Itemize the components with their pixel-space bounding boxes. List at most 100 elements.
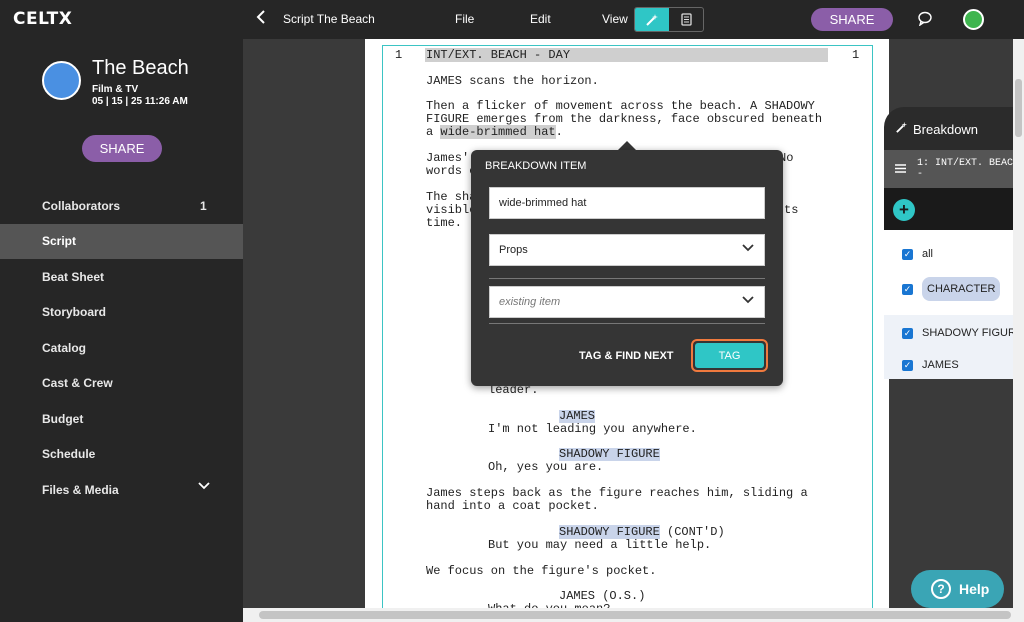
sidebar-item-label: Cast & Crew	[42, 376, 113, 391]
breakdown-category-list: ✓ all ✓ CHARACTER ✓ SHADOWY FIGURE ✓ JAM…	[884, 230, 1024, 379]
character-extension: (CONT'D)	[659, 525, 725, 539]
sidebar-item-catalog[interactable]: Catalog	[0, 330, 243, 366]
sidebar-item-label: Schedule	[42, 447, 96, 462]
existing-item-placeholder: existing item	[499, 296, 561, 308]
character-name: SHADOWY FIGURE	[559, 525, 660, 539]
element-label: JAMES	[922, 359, 959, 371]
celtx-logo: CELTX	[13, 9, 73, 29]
sidebar-nav: Collaborators 1 Script Beat Sheet Storyb…	[0, 188, 243, 508]
action-line[interactable]: words c	[426, 165, 476, 178]
view-toggle	[634, 7, 704, 32]
action-line[interactable]: a wide-brimmed hat.	[426, 125, 563, 139]
share-button-top[interactable]: SHARE	[811, 8, 893, 31]
document-icon	[680, 13, 692, 26]
sidebar-item-label: Budget	[42, 411, 84, 426]
question-icon: ?	[931, 579, 951, 599]
checkbox-checked-icon[interactable]: ✓	[902, 327, 913, 339]
scrollbar-thumb[interactable]	[1015, 79, 1022, 137]
sidebar-item-script[interactable]: Script	[0, 223, 243, 259]
chevron-down-icon	[742, 296, 754, 304]
sidebar-item-beat-sheet[interactable]: Beat Sheet	[0, 259, 243, 295]
element-row[interactable]: ✓ JAMES	[884, 351, 1024, 379]
breakdown-panel-title: Breakdown	[913, 122, 979, 137]
action-line[interactable]: JAMES scans the horizon.	[426, 75, 599, 88]
existing-item-select[interactable]: existing item	[489, 286, 765, 318]
sidebar: The Beach Film & TV 05 | 15 | 25 11:26 A…	[0, 39, 243, 622]
breakdown-item-popup: BREAKDOWN ITEM wide-brimmed hat Props ex…	[471, 150, 783, 386]
scrollbar-thumb[interactable]	[259, 611, 1011, 619]
sidebar-item-cast-crew[interactable]: Cast & Crew	[0, 366, 243, 402]
help-button[interactable]: ? Help	[911, 570, 1004, 608]
tagged-text-wide-brimmed-hat[interactable]: wide-brimmed hat	[440, 125, 556, 139]
add-element-bar: +	[884, 188, 1024, 230]
sidebar-item-label: Collaborators	[42, 198, 121, 213]
popup-title: BREAKDOWN ITEM	[485, 160, 587, 172]
filter-all-label: all	[922, 248, 934, 260]
sidebar-item-label: Beat Sheet	[42, 269, 105, 284]
sidebar-item-schedule[interactable]: Schedule	[0, 437, 243, 473]
edit-menu[interactable]: Edit	[530, 12, 551, 26]
chat-icon	[918, 11, 932, 27]
popup-pointer	[618, 141, 636, 150]
wand-icon	[896, 121, 908, 133]
sidebar-item-storyboard[interactable]: Storyboard	[0, 295, 243, 331]
divider	[489, 278, 765, 279]
checkbox-checked-icon[interactable]: ✓	[902, 248, 913, 260]
dialogue-line[interactable]: I'm not leading you anywhere.	[488, 423, 697, 436]
document-title: Script The Beach	[283, 12, 375, 26]
checkbox-checked-icon[interactable]: ✓	[902, 283, 913, 295]
tag-button-label: TAG	[695, 343, 764, 368]
project-avatar	[42, 61, 81, 100]
character-name[interactable]: JAMES (O.S.)	[559, 590, 645, 603]
category-value: Props	[499, 244, 528, 256]
dialogue-line[interactable]: But you may need a little help.	[488, 539, 711, 552]
chevron-down-icon	[198, 482, 210, 490]
action-line[interactable]: We focus on the figure's pocket.	[426, 565, 656, 578]
file-menu[interactable]: File	[455, 12, 474, 26]
element-label: SHADOWY FIGURE	[922, 327, 1024, 339]
sidebar-item-label: Catalog	[42, 340, 87, 355]
action-text: .	[555, 125, 563, 139]
category-select[interactable]: Props	[489, 234, 765, 266]
user-status-avatar[interactable]	[963, 9, 984, 30]
collaborators-count: 1	[200, 198, 207, 213]
tag-button[interactable]: TAG	[691, 339, 768, 372]
element-row[interactable]: ✓ SHADOWY FIGURE	[884, 315, 1024, 351]
action-line[interactable]: time.	[426, 217, 462, 230]
project-date: 05 | 15 | 25 11:26 AM	[92, 96, 188, 107]
divider	[489, 323, 765, 324]
chevron-left-icon	[256, 10, 265, 24]
sidebar-item-files-media[interactable]: Files & Media	[0, 472, 243, 508]
breakdown-panel-header[interactable]: Breakdown	[884, 107, 1024, 150]
breakdown-view-button[interactable]	[635, 8, 669, 31]
filter-all-row[interactable]: ✓ all	[884, 241, 1024, 267]
vertical-scrollbar[interactable]	[1013, 39, 1024, 608]
sidebar-item-label: Storyboard	[42, 305, 107, 320]
scene-selector[interactable]: 1: INT/EXT. BEACH -	[884, 150, 1024, 188]
top-bar: CELTX Script The Beach File Edit View SH…	[0, 0, 1024, 39]
project-type: Film & TV	[92, 84, 139, 95]
view-menu[interactable]: View	[602, 12, 628, 26]
dialogue-line[interactable]: Oh, yes you are.	[488, 461, 603, 474]
document-view-button[interactable]	[669, 8, 703, 31]
share-button-sidebar[interactable]: SHARE	[82, 135, 162, 162]
back-button[interactable]	[256, 9, 266, 30]
sidebar-item-collaborators[interactable]: Collaborators 1	[0, 188, 243, 224]
breakdown-item-input[interactable]: wide-brimmed hat	[489, 187, 765, 219]
scene-heading[interactable]: INT/EXT. BEACH - DAY	[426, 49, 570, 62]
category-pill: CHARACTER	[922, 277, 1001, 301]
category-row-character[interactable]: ✓ CHARACTER	[884, 276, 1024, 302]
action-line[interactable]: ts	[784, 204, 798, 217]
checkbox-checked-icon[interactable]: ✓	[902, 359, 913, 371]
horizontal-scrollbar[interactable]	[243, 608, 1024, 622]
project-title: The Beach	[92, 57, 189, 79]
sidebar-item-budget[interactable]: Budget	[0, 401, 243, 437]
scene-number-right: 1	[852, 48, 860, 62]
chat-button[interactable]	[917, 11, 933, 31]
wand-icon	[646, 13, 658, 26]
add-element-button[interactable]: +	[893, 199, 915, 221]
help-label: Help	[959, 581, 990, 597]
tag-find-next-button[interactable]: TAG & FIND NEXT	[579, 350, 674, 362]
menu-icon	[895, 164, 906, 173]
action-line[interactable]: hand into a coat pocket.	[426, 500, 599, 513]
